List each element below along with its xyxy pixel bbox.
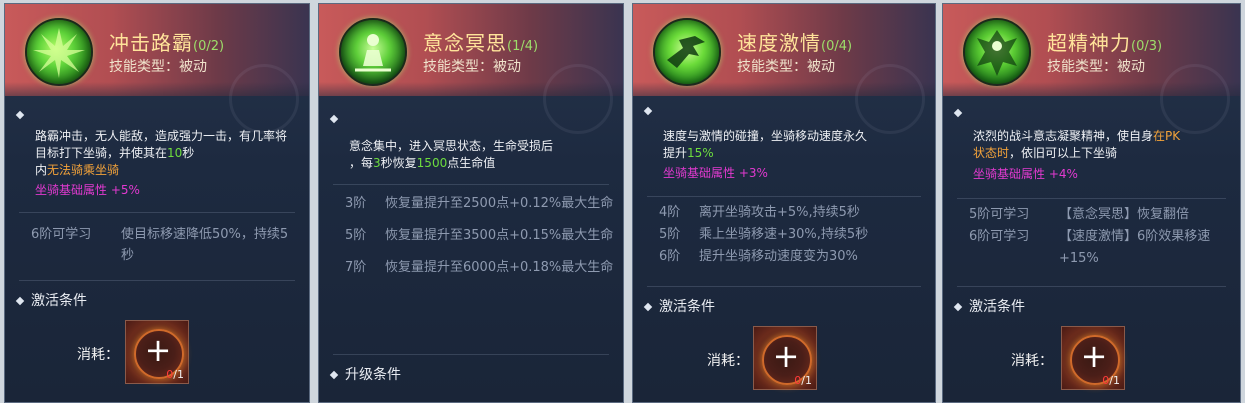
skill-title: 冲击路霸(0/2) <box>109 31 225 55</box>
skill-type: 技能类型：被动 <box>1047 59 1145 75</box>
attribute-bonus: 坐骑基础属性 +5% <box>35 183 140 197</box>
skill-type: 技能类型：被动 <box>737 59 835 75</box>
skill-count: (0/3) <box>1131 39 1163 54</box>
watermark-emblem <box>1160 64 1230 134</box>
upgrade-title: 升级条件 <box>329 364 401 384</box>
skill-description: 浓烈的战斗意志凝聚精神，使自身在PK 状态时，依旧可以上下坐骑 <box>973 129 1181 160</box>
tier-row: 7阶 恢复量提升至6000点+0.18%最大生命 <box>345 258 615 278</box>
tier-level: 5阶可学习 <box>969 207 1030 222</box>
desc-bullet <box>643 106 653 116</box>
tier-text: 【速度激情】6阶效果移速+15% <box>1059 229 1211 266</box>
tier-list: 6阶可学习 使目标移速降低50%，持续5秒 <box>31 224 293 266</box>
tier-row: 5阶 恢复量提升至3500点+0.15%最大生命 <box>345 226 615 246</box>
tier-text: 乘上坐骑移速+30%,持续5秒 <box>699 227 869 242</box>
tier-level: 6阶 <box>659 249 681 264</box>
tier-row: 4阶 离开坐骑攻击+5%,持续5秒 <box>659 202 921 224</box>
skill-count: (0/2) <box>193 39 225 54</box>
skill-title: 超精神力(0/3) <box>1047 31 1163 55</box>
consume-label: 消耗： <box>1011 353 1053 369</box>
tier-list: 5阶可学习 【意念冥思】恢复翻倍 6阶可学习 【速度激情】6阶效果移速+15% <box>969 204 1231 270</box>
material-slot[interactable]: + 0/1 <box>125 320 189 384</box>
divider <box>647 196 921 197</box>
tier-row: 6阶可学习 【速度激情】6阶效果移速+15% <box>969 226 1231 270</box>
tier-row: 6阶可学习 使目标移速降低50%，持续5秒 <box>31 224 293 266</box>
tier-text: 恢复量提升至2500点+0.12%最大生命 <box>385 196 614 211</box>
skill-type: 技能类型：被动 <box>109 59 207 75</box>
divider <box>647 286 921 287</box>
watermark-emblem <box>543 64 613 134</box>
plus-icon: + <box>144 331 172 369</box>
skill-count: (1/4) <box>507 39 539 54</box>
tier-level: 7阶 <box>345 260 367 275</box>
skill-panel-charge: 冲击路霸(0/2) 技能类型：被动 路霸冲击，无人能敌，造成强力一击，有几率将目… <box>4 3 310 403</box>
desc-bullet <box>953 108 963 118</box>
green-burst-icon <box>25 18 93 86</box>
skill-title: 意念冥思(1/4) <box>423 31 539 55</box>
tier-level: 4阶 <box>659 205 681 220</box>
tier-row: 3阶 恢复量提升至2500点+0.12%最大生命 <box>345 194 615 214</box>
tier-row: 5阶 乘上坐骑移速+30%,持续5秒 <box>659 224 921 246</box>
desc-bullet <box>15 110 25 120</box>
divider <box>957 198 1226 199</box>
skill-panel-meditation: 意念冥思(1/4) 技能类型：被动 意念集中，进入冥思状态，生命受损后 ，每3秒恢… <box>318 3 624 403</box>
tier-level: 6阶可学习 <box>31 227 92 242</box>
skill-description: 意念集中，进入冥思状态，生命受损后 ，每3秒恢复1500点生命值 <box>349 139 554 170</box>
consume-label: 消耗： <box>707 353 749 369</box>
tier-level: 5阶 <box>345 228 367 243</box>
skill-panel-spirit: 超精神力(0/3) 技能类型：被动 浓烈的战斗意志凝聚精神，使自身在PK 状态时，… <box>942 3 1241 403</box>
skill-description: 路霸冲击，无人能敌，造成强力一击，有几率将目标打下坐骑，并使其在10秒 内无法骑乘… <box>35 129 288 177</box>
tier-level: 5阶 <box>659 227 681 242</box>
tier-text: 提升坐骑移动速度变为30% <box>699 249 858 264</box>
divider <box>333 184 609 185</box>
consume-label: 消耗： <box>77 347 119 363</box>
plus-icon: + <box>772 337 800 375</box>
meditation-icon <box>339 18 407 86</box>
speed-runner-icon <box>653 18 721 86</box>
slot-quantity: 0/1 <box>166 368 184 381</box>
material-slot[interactable]: + 0/1 <box>1061 326 1125 390</box>
attribute-bonus: 坐骑基础属性 +4% <box>973 167 1078 181</box>
tier-row: 5阶可学习 【意念冥思】恢复翻倍 <box>969 204 1231 226</box>
activation-title: 激活条件 <box>953 296 1025 316</box>
skill-description: 速度与激情的碰撞，坐骑移动速度永久 提升15% <box>663 129 868 160</box>
divider <box>957 286 1226 287</box>
tier-text: 离开坐骑攻击+5%,持续5秒 <box>699 205 860 220</box>
activation-title: 激活条件 <box>15 290 87 310</box>
skill-panel-speed: 速度激情(0/4) 技能类型：被动 速度与激情的碰撞，坐骑移动速度永久 提升15%… <box>632 3 936 403</box>
skill-count: (0/4) <box>821 39 853 54</box>
desc-bullet <box>329 114 339 124</box>
tier-level: 6阶可学习 <box>969 229 1030 244</box>
tier-text: 使目标移速降低50%，持续5秒 <box>121 227 289 263</box>
material-slot[interactable]: + 0/1 <box>753 326 817 390</box>
tier-list: 4阶 离开坐骑攻击+5%,持续5秒 5阶 乘上坐骑移速+30%,持续5秒 6阶 … <box>659 202 921 268</box>
plus-icon: + <box>1080 337 1108 375</box>
tier-text: 恢复量提升至3500点+0.15%最大生命 <box>385 228 614 243</box>
tier-list: 3阶 恢复量提升至2500点+0.12%最大生命 5阶 恢复量提升至3500点+… <box>345 194 615 278</box>
slot-quantity: 0/1 <box>794 374 812 387</box>
spirit-power-icon <box>963 18 1031 86</box>
tier-text: 恢复量提升至6000点+0.18%最大生命 <box>385 260 614 275</box>
skill-title: 速度激情(0/4) <box>737 31 853 55</box>
divider <box>19 212 295 213</box>
skill-type: 技能类型：被动 <box>423 59 521 75</box>
watermark-emblem <box>229 64 299 134</box>
divider <box>333 354 609 355</box>
watermark-emblem <box>855 64 925 134</box>
activation-title: 激活条件 <box>643 296 715 316</box>
slot-quantity: 0/1 <box>1102 374 1120 387</box>
tier-level: 3阶 <box>345 196 367 211</box>
tier-row: 6阶 提升坐骑移动速度变为30% <box>659 246 921 268</box>
tier-text: 【意念冥思】恢复翻倍 <box>1059 207 1190 222</box>
divider <box>19 280 295 281</box>
attribute-bonus: 坐骑基础属性 +3% <box>663 166 768 180</box>
